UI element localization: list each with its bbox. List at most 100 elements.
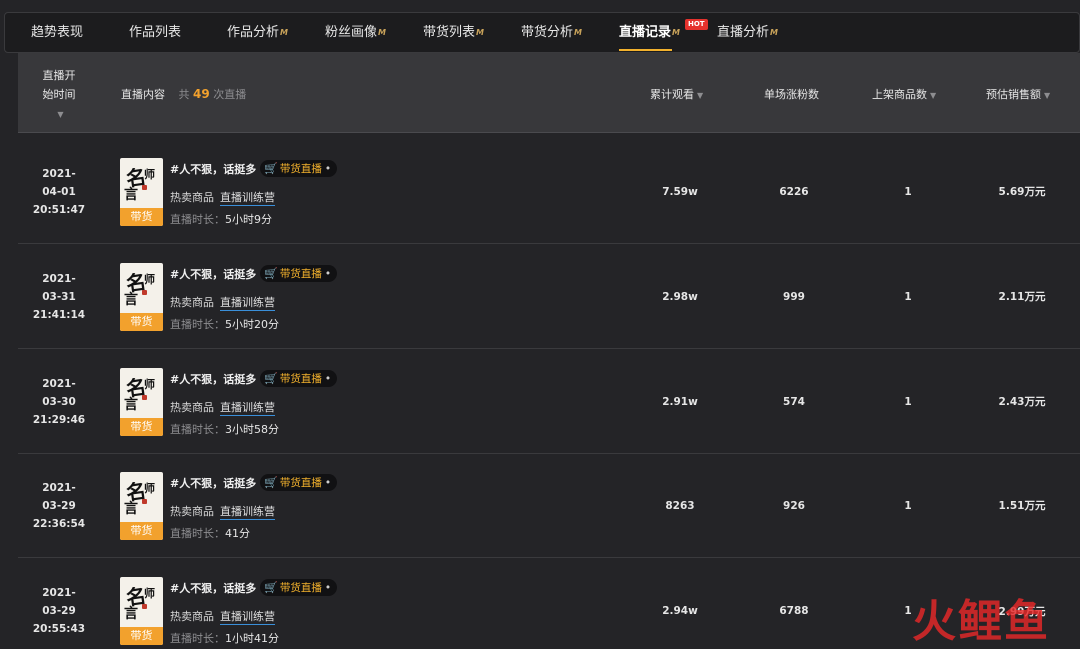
sales-cell: 1.51万元 xyxy=(998,500,1046,512)
tab-works-analysis[interactable]: 作品分析M xyxy=(227,13,288,52)
live-cover-thumbnail[interactable]: 名师言 带货 xyxy=(120,158,163,226)
products-cell: 1 xyxy=(904,290,912,303)
hot-product-link[interactable]: 直播训练营 xyxy=(220,191,275,206)
tab-works-list[interactable]: 作品列表 xyxy=(129,13,181,52)
cart-icon: 🛒 xyxy=(264,372,278,385)
goods-band: 带货 xyxy=(120,627,163,645)
vip-icon: M xyxy=(476,28,484,37)
tab-trend[interactable]: 趋势表现 xyxy=(31,13,83,52)
vip-icon: M xyxy=(574,28,582,37)
start-time-cell: 2021- 03-29 22:36:54 xyxy=(18,454,100,557)
header-sales-label: 预估销售额 xyxy=(986,88,1041,101)
date-monthday: 03-29 xyxy=(42,499,76,512)
tab-goods-analysis[interactable]: 带货分析M xyxy=(521,13,582,52)
header-content-label: 直播内容 xyxy=(121,88,165,101)
header-viewers[interactable]: 累计观看 ▼ xyxy=(650,86,703,102)
header-fans-gain-label: 单场涨粉数 xyxy=(764,88,819,101)
fans-gain-cell: 999 xyxy=(783,290,805,303)
products-cell: 1 xyxy=(904,605,912,617)
goods-live-pill: 🛒 带货直播 • xyxy=(260,160,338,177)
hot-product-link[interactable]: 直播训练营 xyxy=(220,401,275,416)
hot-product-link[interactable]: 直播训练营 xyxy=(220,296,275,311)
duration-value: 5小时20分 xyxy=(225,318,279,331)
live-title[interactable]: #人不狠，话挺多 🛒 带货直播 • xyxy=(170,160,338,177)
products-cell: 1 xyxy=(904,395,912,408)
hot-product-link[interactable]: 直播训练营 xyxy=(220,505,275,520)
sort-caret-icon: ▼ xyxy=(1044,91,1051,100)
calligraphy-logo: 名师言 xyxy=(124,478,155,517)
hot-product-link[interactable]: 直播训练营 xyxy=(220,610,275,625)
vip-icon: M xyxy=(672,28,680,37)
goods-band: 带货 xyxy=(120,522,163,540)
header-sales[interactable]: 预估销售额 ▼ xyxy=(986,86,1050,102)
date-year: 2021- xyxy=(42,481,76,494)
date-time: 20:51:47 xyxy=(32,203,86,216)
date-monthday: 03-31 xyxy=(42,290,76,303)
live-cover-thumbnail[interactable]: 名师言 带货 xyxy=(120,368,163,436)
fans-gain-cell: 6788 xyxy=(779,605,809,617)
sort-caret-icon: ▼ xyxy=(930,91,937,100)
table-row[interactable]: 2021- 03-29 22:36:54 名师言 带货 #人不狠，话挺多 🛒 带货 直… xyxy=(18,454,1080,558)
vip-icon: M xyxy=(378,28,386,37)
cart-icon: 🛒 xyxy=(264,476,278,489)
duration-value: 41分 xyxy=(225,527,250,540)
tab-label: 作品列表 xyxy=(129,25,182,40)
tab-label: 直播记录 xyxy=(619,25,672,40)
goods-band: 带货 xyxy=(120,313,163,331)
goods-live-pill: 🛒 带货直播 • xyxy=(260,370,338,387)
hot-product-label: 热卖商品 xyxy=(170,191,214,204)
goods-band: 带货 xyxy=(120,208,163,226)
duration-line: 直播时长：5小时20分 xyxy=(170,316,279,332)
live-title-text: #人不狠，话挺多 xyxy=(170,477,257,490)
tab-label: 直播分析 xyxy=(717,25,770,40)
duration-value: 3小时58分 xyxy=(225,423,279,436)
tab-live-records[interactable]: 直播记录M xyxy=(619,13,680,52)
duration-label: 直播时长： xyxy=(170,213,225,226)
pill-label: 带货直播 xyxy=(279,163,322,175)
total-prefix: 共 xyxy=(178,88,190,101)
live-cover-thumbnail[interactable]: 名师言 带货 xyxy=(120,472,163,540)
tab-live-analysis[interactable]: 直播分析M xyxy=(717,13,778,52)
tab-fans-profile[interactable]: 粉丝画像M xyxy=(325,13,386,52)
date-year: 2021- xyxy=(42,272,76,285)
live-title[interactable]: #人不狠，话挺多 🛒 带货直播 • xyxy=(170,474,338,491)
tab-label: 粉丝画像 xyxy=(325,25,378,40)
header-start-time-label: 直播开始时间 xyxy=(42,69,76,101)
table-row[interactable]: 2021- 03-29 20:55:43 名师言 带货 #人不狠，话挺多 🛒 带货直… xyxy=(18,559,1080,649)
date-year: 2021- xyxy=(42,377,76,390)
viewers-cell: 2.98w xyxy=(662,290,698,303)
hot-product-label: 热卖商品 xyxy=(170,296,214,309)
table-row[interactable]: 2021- 03-31 21:41:14 名师言 带货 #人不狠，话挺多 🛒 带货直… xyxy=(18,245,1080,349)
table-header: 直播开始时间 ▼ 直播内容 共 49 次直播 累计观看 ▼ 单场涨粉数 上架商品数… xyxy=(18,53,1080,133)
hot-product-label: 热卖商品 xyxy=(170,505,214,518)
header-fans-gain[interactable]: 单场涨粉数 xyxy=(764,86,819,102)
pill-label: 带货直播 xyxy=(279,373,322,385)
live-title[interactable]: #人不狠，话挺多 🛒 带货直播 • xyxy=(170,370,338,387)
date-monthday: 03-30 xyxy=(42,395,76,408)
live-title-text: #人不狠，话挺多 xyxy=(170,268,257,281)
live-cover-thumbnail[interactable]: 名师言 带货 xyxy=(120,263,163,331)
header-products[interactable]: 上架商品数 ▼ xyxy=(872,86,936,102)
table-row[interactable]: 2021- 04-01 20:51:47 名师言 带货 #人不狠，话挺多 🛒 带货直… xyxy=(18,140,1080,244)
vip-icon: M xyxy=(280,28,288,37)
live-title[interactable]: #人不狠，话挺多 🛒 带货直播 • xyxy=(170,579,338,596)
duration-label: 直播时长： xyxy=(170,318,225,331)
table-row[interactable]: 2021- 03-30 21:29:46 名师言 带货 #人不狠，话挺多 🛒 带货直… xyxy=(18,350,1080,454)
goods-live-pill: 🛒 带货直播 • xyxy=(260,265,338,282)
hot-badge: HOT xyxy=(685,19,708,30)
sort-caret-icon: ▼ xyxy=(57,110,64,119)
date-monthday: 03-29 xyxy=(42,605,76,617)
tab-goods-list[interactable]: 带货列表M xyxy=(423,13,484,52)
live-title[interactable]: #人不狠，话挺多 🛒 带货直播 • xyxy=(170,265,338,282)
live-cover-thumbnail[interactable]: 名师言 带货 xyxy=(120,577,163,645)
total-suffix: 次直播 xyxy=(213,88,247,101)
cart-icon: 🛒 xyxy=(264,267,278,280)
header-content: 直播内容 共 49 次直播 xyxy=(121,86,246,102)
top-tab-bar: 趋势表现 作品列表 作品分析M 粉丝画像M 带货列表M 带货分析M 直播记录M … xyxy=(4,12,1080,53)
header-start-time[interactable]: 直播开始时间 ▼ xyxy=(38,66,80,124)
sales-cell: 2.11万元 xyxy=(998,291,1046,303)
live-title-text: #人不狠，话挺多 xyxy=(170,373,257,386)
date-time: 21:41:14 xyxy=(32,308,86,321)
duration-line: 直播时长：1小时41分 xyxy=(170,630,279,646)
vip-icon: M xyxy=(770,28,778,37)
